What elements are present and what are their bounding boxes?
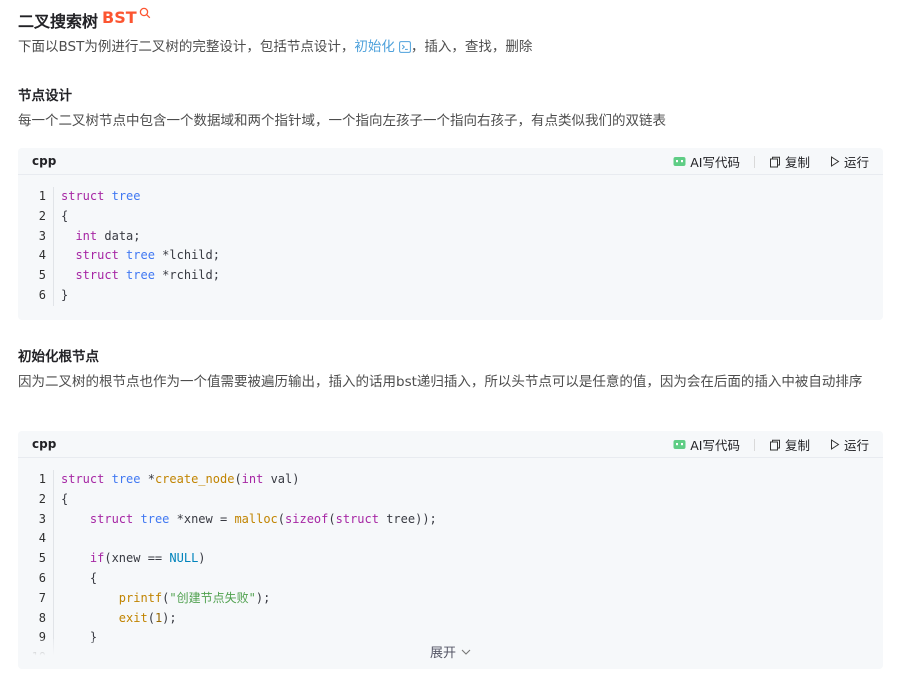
code-toolbar-1: AI写代码 复制 运行 (673, 152, 869, 171)
run-button[interactable]: 运行 (830, 435, 869, 454)
intro-link[interactable]: 初始化 (354, 39, 395, 55)
line-number: 1 (38, 472, 46, 486)
title-accent: BST (102, 8, 137, 27)
article-title: 二叉搜索树 BST (18, 7, 151, 32)
code-line: 2{ (18, 489, 883, 510)
copy-icon (769, 156, 780, 167)
code-body-1: 1 struct tree 2{ 3 int data; 4 struct tre… (18, 175, 883, 306)
line-number: 4 (38, 248, 46, 263)
line-number: 6 (38, 570, 46, 585)
copy-button[interactable]: 复制 (769, 152, 810, 171)
line-number: 3 (38, 511, 46, 526)
line-number: 1 (38, 189, 46, 203)
toolbar-divider (753, 438, 755, 451)
code-lang-label: cpp (32, 154, 57, 168)
line-number: 7 (38, 590, 46, 605)
line-number: 2 (38, 491, 46, 506)
copy-button[interactable]: 复制 (769, 435, 810, 454)
play-icon (830, 439, 840, 450)
line-number: 8 (38, 610, 46, 625)
run-label: 运行 (843, 438, 869, 453)
run-button[interactable]: 运行 (830, 152, 869, 171)
section2-text: 因为二叉树的根节点也作为一个值需要被遍历输出，插入的话用bst递归插入，所以头节… (18, 374, 863, 390)
code-line: 4 (18, 529, 883, 550)
line-number: 4 (38, 531, 46, 546)
ai-robot-icon (673, 157, 686, 166)
play-icon (830, 156, 840, 167)
title-main: 二叉搜索树 (18, 12, 99, 31)
line-number: 5 (38, 268, 46, 283)
code-lang-label: cpp (32, 437, 57, 451)
code-line: 1 struct tree (18, 187, 883, 207)
code-line: 5 if(xnew == NULL) (18, 549, 883, 569)
expand-label: 展开 (429, 646, 456, 661)
line-number: 6 (38, 287, 46, 302)
code-block-2: cpp AI写代码 复制 运行 1 struct tree *create_nod… (18, 431, 883, 669)
chevron-down-icon (461, 649, 471, 655)
ai-write-code-button[interactable]: AI写代码 (673, 152, 740, 171)
copy-label: 复制 (784, 155, 810, 170)
code-line: 5 struct tree *rchild; (18, 266, 883, 286)
ai-robot-icon (673, 440, 686, 449)
code-line: 3 struct tree *xnew = malloc(sizeof(stru… (18, 509, 883, 530)
section1-heading: 节点设计 (18, 88, 72, 104)
ai-write-code-label: AI写代码 (690, 155, 740, 170)
code-line: 6 { (18, 568, 883, 589)
line-number: 2 (38, 208, 46, 223)
ai-write-code-label: AI写代码 (690, 438, 740, 453)
code-line: 8 exit(1); (18, 608, 883, 629)
code-line: 1 struct tree *create_node(int val) (18, 470, 883, 490)
ai-write-code-button[interactable]: AI写代码 (673, 435, 740, 454)
intro-prefix: 下面以BST为例进行二叉树的完整设计，包括节点设计， (18, 39, 355, 55)
code-block-1: cpp AI写代码 复制 运行 1 struct tree 2{ 3 int da… (18, 148, 883, 320)
run-label: 运行 (843, 155, 869, 170)
code-body-2: 1 struct tree *create_node(int val) 2{ 3 … (18, 458, 883, 668)
line-number: 3 (38, 228, 46, 243)
toolbar-divider (753, 155, 755, 168)
code-header-1: cpp AI写代码 复制 运行 (18, 148, 883, 175)
line-number: 5 (38, 551, 46, 566)
code-line: 2{ (18, 206, 883, 227)
code-line: 7 printf("创建节点失败"); (18, 588, 883, 609)
expand-button[interactable]: 展开 (18, 642, 883, 661)
copy-label: 复制 (784, 438, 810, 453)
code-line: 3 int data; (18, 226, 883, 247)
code-line: 4 struct tree *lchild; (18, 246, 883, 267)
section2-heading: 初始化根节点 (18, 349, 99, 365)
section1-text: 每一个二叉树节点中包含一个数据域和两个指针域，一个指向左孩子一个指向右孩子，有点… (18, 113, 666, 129)
code-line: 6} (18, 285, 883, 306)
search-icon[interactable] (139, 7, 151, 19)
external-code-icon[interactable] (398, 41, 411, 53)
code-toolbar-2: AI写代码 复制 运行 (673, 435, 869, 454)
copy-icon (769, 439, 780, 450)
intro-suffix: ，插入，查找，删除 (410, 39, 533, 55)
code-header-2: cpp AI写代码 复制 运行 (18, 431, 883, 458)
intro-paragraph: 下面以BST为例进行二叉树的完整设计，包括节点设计，初始化 ，插入，查找，删除 (18, 35, 884, 59)
